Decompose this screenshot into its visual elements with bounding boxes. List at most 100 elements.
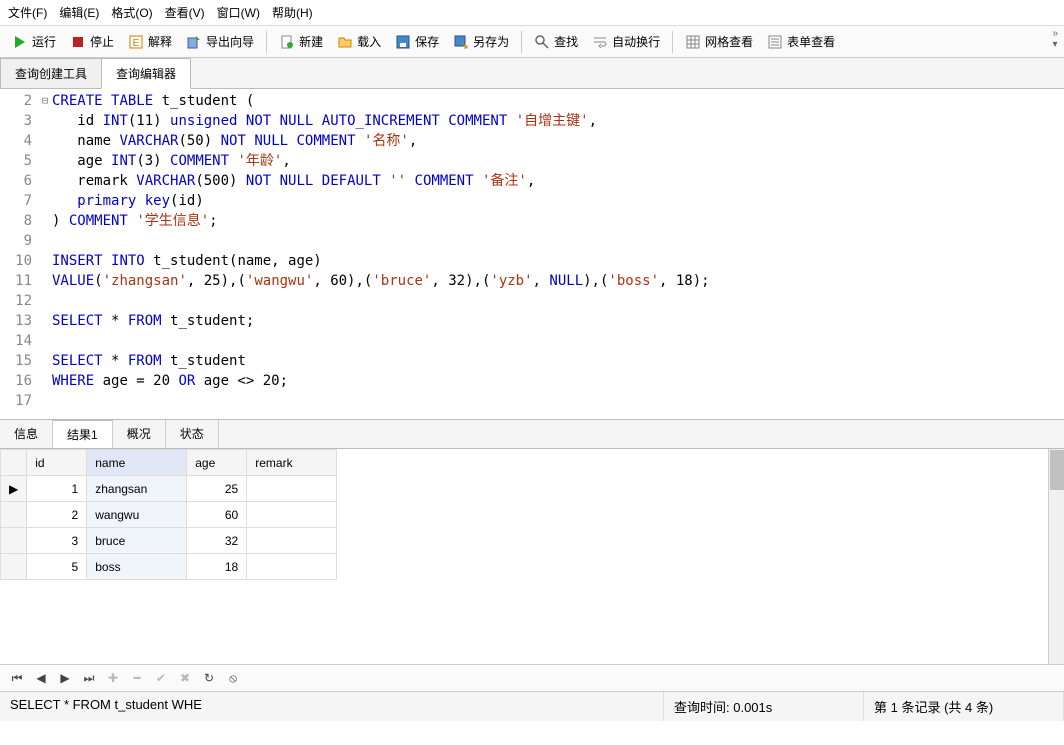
fold-icon[interactable]: ⊟ bbox=[38, 91, 52, 111]
fold-icon bbox=[38, 231, 52, 251]
nav-apply-icon[interactable]: ✔ bbox=[152, 669, 170, 687]
table-row[interactable]: 3bruce32 bbox=[1, 528, 337, 554]
menu-edit[interactable]: 编辑(E) bbox=[59, 4, 99, 21]
cell[interactable] bbox=[247, 476, 337, 502]
result-tab-status[interactable]: 状态 bbox=[166, 420, 219, 448]
scrollbar-thumb[interactable] bbox=[1050, 450, 1064, 490]
cell[interactable]: 5 bbox=[27, 554, 87, 580]
nav-last-icon[interactable]: ⏭ bbox=[80, 669, 98, 687]
save-button[interactable]: 保存 bbox=[389, 30, 445, 53]
wrap-button[interactable]: 自动换行 bbox=[586, 30, 666, 53]
new-button[interactable]: 新建 bbox=[273, 30, 329, 53]
editor-line[interactable]: 7 primary key(id) bbox=[0, 191, 1064, 211]
vertical-scrollbar[interactable] bbox=[1048, 449, 1064, 664]
stop-button[interactable]: 停止 bbox=[64, 30, 120, 53]
cell[interactable]: 25 bbox=[187, 476, 247, 502]
toolbar-separator bbox=[672, 31, 673, 53]
cell[interactable]: 1 bbox=[27, 476, 87, 502]
editor-line[interactable]: 14 bbox=[0, 331, 1064, 351]
explain-button[interactable]: E 解释 bbox=[122, 30, 178, 53]
export-icon bbox=[186, 34, 202, 50]
export-wizard-button[interactable]: 导出向导 bbox=[180, 30, 260, 53]
line-number: 3 bbox=[0, 111, 38, 131]
editor-line[interactable]: 2⊟CREATE TABLE t_student ( bbox=[0, 91, 1064, 111]
editor-line[interactable]: 12 bbox=[0, 291, 1064, 311]
editor-line[interactable]: 17 bbox=[0, 391, 1064, 411]
load-button[interactable]: 载入 bbox=[331, 30, 387, 53]
table-row[interactable]: 5boss18 bbox=[1, 554, 337, 580]
run-button[interactable]: 运行 bbox=[6, 30, 62, 53]
editor-line[interactable]: 13SELECT * FROM t_student; bbox=[0, 311, 1064, 331]
find-label: 查找 bbox=[554, 33, 578, 50]
find-button[interactable]: 查找 bbox=[528, 30, 584, 53]
line-code bbox=[52, 231, 1064, 251]
nav-prev-icon[interactable]: ◀ bbox=[32, 669, 50, 687]
cell[interactable]: boss bbox=[87, 554, 187, 580]
result-grid-area: idnameageremark▶1zhangsan252wangwu603bru… bbox=[0, 449, 1064, 664]
cell[interactable]: 18 bbox=[187, 554, 247, 580]
search-icon bbox=[534, 34, 550, 50]
saveas-icon bbox=[453, 34, 469, 50]
menu-file[interactable]: 文件(F) bbox=[8, 4, 47, 21]
cell[interactable]: 60 bbox=[187, 502, 247, 528]
menu-window[interactable]: 窗口(W) bbox=[217, 4, 260, 21]
grid-icon bbox=[685, 34, 701, 50]
nav-refresh-icon[interactable]: ↻ bbox=[200, 669, 218, 687]
editor-line[interactable]: 8) COMMENT '学生信息'; bbox=[0, 211, 1064, 231]
cell[interactable]: zhangsan bbox=[87, 476, 187, 502]
cell[interactable]: bruce bbox=[87, 528, 187, 554]
row-indicator bbox=[1, 528, 27, 554]
result-tab-messages[interactable]: 信息 bbox=[0, 420, 53, 448]
table-row[interactable]: ▶1zhangsan25 bbox=[1, 476, 337, 502]
tab-query-builder[interactable]: 查询创建工具 bbox=[0, 58, 102, 88]
toolbar-more-icon[interactable]: »▾ bbox=[1052, 28, 1058, 50]
column-header-age[interactable]: age bbox=[187, 450, 247, 476]
cell[interactable]: wangwu bbox=[87, 502, 187, 528]
nav-delete-icon[interactable]: ━ bbox=[128, 669, 146, 687]
editor-line[interactable]: 3 id INT(11) unsigned NOT NULL AUTO_INCR… bbox=[0, 111, 1064, 131]
fold-icon bbox=[38, 191, 52, 211]
formview-label: 表单查看 bbox=[787, 33, 835, 50]
editor-line[interactable]: 10INSERT INTO t_student(name, age) bbox=[0, 251, 1064, 271]
editor-line[interactable]: 6 remark VARCHAR(500) NOT NULL DEFAULT '… bbox=[0, 171, 1064, 191]
fold-icon bbox=[38, 271, 52, 291]
cell[interactable] bbox=[247, 502, 337, 528]
sql-editor[interactable]: 2⊟CREATE TABLE t_student (3 id INT(11) u… bbox=[0, 89, 1064, 419]
menu-help[interactable]: 帮助(H) bbox=[272, 4, 313, 21]
menu-format[interactable]: 格式(O) bbox=[111, 4, 152, 21]
menu-view[interactable]: 查看(V) bbox=[165, 4, 205, 21]
column-header-remark[interactable]: remark bbox=[247, 450, 337, 476]
editor-line[interactable]: 4 name VARCHAR(50) NOT NULL COMMENT '名称'… bbox=[0, 131, 1064, 151]
nav-stop-icon[interactable]: ⦸ bbox=[224, 669, 242, 687]
editor-line[interactable]: 11VALUE('zhangsan', 25),('wangwu', 60),(… bbox=[0, 271, 1064, 291]
nav-next-icon[interactable]: ▶ bbox=[56, 669, 74, 687]
line-number: 8 bbox=[0, 211, 38, 231]
tab-query-editor[interactable]: 查询编辑器 bbox=[101, 58, 191, 89]
line-number: 15 bbox=[0, 351, 38, 371]
editor-line[interactable]: 15 SELECT * FROM t_student bbox=[0, 351, 1064, 371]
result-tab-result1[interactable]: 结果1 bbox=[53, 420, 113, 448]
fold-icon bbox=[38, 131, 52, 151]
saveas-button[interactable]: 另存为 bbox=[447, 30, 515, 53]
cell[interactable]: 3 bbox=[27, 528, 87, 554]
cell[interactable]: 2 bbox=[27, 502, 87, 528]
result-tab-profile[interactable]: 概况 bbox=[113, 420, 166, 448]
cell[interactable]: 32 bbox=[187, 528, 247, 554]
editor-line[interactable]: 16WHERE age = 20 OR age <> 20; bbox=[0, 371, 1064, 391]
nav-add-icon[interactable]: ✚ bbox=[104, 669, 122, 687]
gridview-button[interactable]: 网格查看 bbox=[679, 30, 759, 53]
line-code: SELECT * FROM t_student bbox=[52, 351, 1064, 371]
cell[interactable] bbox=[247, 554, 337, 580]
line-number: 14 bbox=[0, 331, 38, 351]
editor-line[interactable]: 5 age INT(3) COMMENT '年龄', bbox=[0, 151, 1064, 171]
nav-cancel-icon[interactable]: ✖ bbox=[176, 669, 194, 687]
table-row[interactable]: 2wangwu60 bbox=[1, 502, 337, 528]
formview-button[interactable]: 表单查看 bbox=[761, 30, 841, 53]
column-header-name[interactable]: name bbox=[87, 450, 187, 476]
editor-line[interactable]: 9 bbox=[0, 231, 1064, 251]
gridview-label: 网格查看 bbox=[705, 33, 753, 50]
column-header-id[interactable]: id bbox=[27, 450, 87, 476]
nav-first-icon[interactable]: ⏮ bbox=[8, 669, 26, 687]
result-grid[interactable]: idnameageremark▶1zhangsan252wangwu603bru… bbox=[0, 449, 337, 580]
cell[interactable] bbox=[247, 528, 337, 554]
